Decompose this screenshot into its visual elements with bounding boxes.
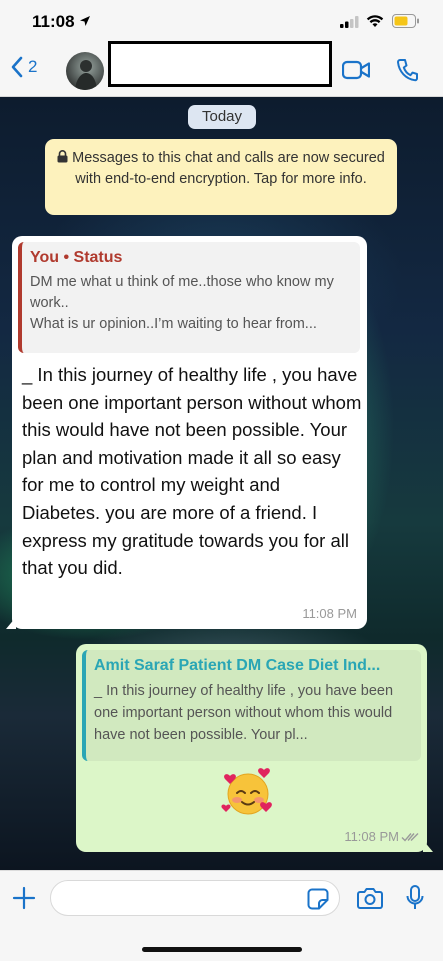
camera-icon[interactable]: [357, 887, 383, 909]
video-call-icon[interactable]: [342, 60, 370, 80]
smiling-face-with-hearts-icon: [221, 768, 272, 815]
incoming-message[interactable]: You • Status DM me what u think of me..t…: [6, 236, 367, 629]
unread-count: 2: [28, 57, 38, 76]
quoted-message[interactable]: Amit Saraf Patient DM Case Diet Ind... _…: [82, 650, 421, 761]
encryption-notice[interactable]: Messages to this chat and calls are now …: [45, 139, 397, 215]
date-separator: Today: [188, 105, 256, 129]
quoted-status-line-2: What is ur opinion..I’m waiting to hear …: [30, 316, 317, 332]
encryption-notice-text: Messages to this chat and calls are now …: [72, 150, 385, 187]
quoted-status-line-1: DM me what u think of me..those who know…: [30, 274, 334, 311]
outgoing-message[interactable]: Amit Saraf Patient DM Case Diet Ind... _…: [76, 644, 433, 852]
chat-header: 2: [0, 41, 443, 97]
quoted-message-title: Amit Saraf Patient DM Case Diet Ind...: [94, 657, 381, 674]
back-chevron-icon: [11, 56, 23, 78]
message-input[interactable]: [50, 880, 340, 916]
input-bar: [0, 870, 443, 961]
location-arrow-icon: [80, 16, 90, 26]
contact-name[interactable]: [108, 41, 332, 87]
quoted-status-body: DM me what u think of me..those who know…: [30, 272, 352, 335]
status-bar: 11:08: [0, 0, 443, 44]
status-time: 11:08: [32, 12, 75, 31]
lock-icon: [57, 150, 68, 163]
wifi-icon: [366, 15, 384, 27]
microphone-icon[interactable]: [406, 885, 424, 911]
quoted-status-title: You • Status: [30, 249, 123, 266]
avatar[interactable]: [66, 52, 104, 90]
signal-icon: [340, 16, 359, 28]
back-button[interactable]: 2: [10, 56, 37, 78]
message-text: _ In this journey of healthy life , you …: [22, 364, 362, 579]
battery-icon: [392, 14, 419, 28]
message-time: 11:08 PM: [344, 829, 399, 844]
message-time: 11:08 PM: [302, 606, 357, 621]
quoted-status[interactable]: You • Status DM me what u think of me..t…: [18, 242, 360, 353]
double-check-icon: [401, 833, 419, 842]
sticker-icon[interactable]: [307, 888, 329, 910]
avatar-photo: [75, 60, 97, 90]
home-indicator: [142, 947, 302, 952]
quoted-message-body: _ In this journey of healthy life , you …: [94, 683, 394, 743]
phone-icon[interactable]: [396, 58, 418, 82]
plus-icon[interactable]: [12, 886, 36, 910]
chat-area[interactable]: Today Messages to this chat and calls ar…: [0, 97, 443, 870]
